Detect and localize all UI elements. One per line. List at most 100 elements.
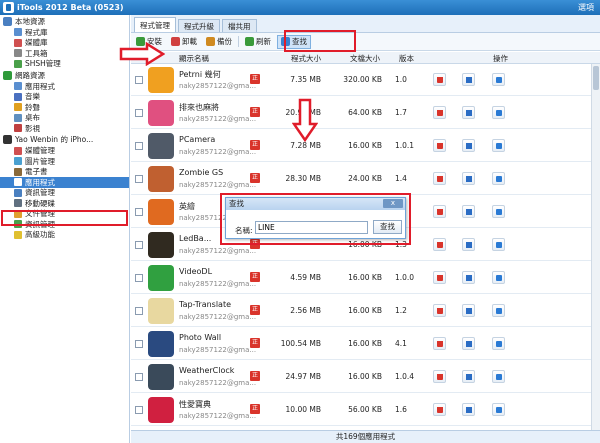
row-checkbox[interactable] [135,175,143,183]
sidebar-item[interactable]: 音樂 [0,92,129,103]
row-checkbox[interactable] [135,208,143,216]
uninstall-button[interactable] [433,370,446,383]
close-icon[interactable]: x [383,199,403,208]
open-folder-button[interactable] [492,304,505,317]
uninstall-button[interactable] [433,337,446,350]
open-folder-button[interactable] [492,73,505,86]
find-button[interactable]: 查找 [373,220,402,234]
table-row[interactable]: 排來也麻將 naky2857122@gma... 正 20.98 MB 64.00 KB… [131,97,591,129]
backup-button[interactable] [462,172,475,185]
sidebar-group[interactable]: Yao Wenbin 的 iPho... [0,134,129,146]
options-menu[interactable]: 選項 [578,2,594,13]
row-checkbox[interactable] [135,406,143,414]
backup-button[interactable] [462,205,475,218]
open-folder-button[interactable] [492,139,505,152]
row-checkbox[interactable] [135,274,143,282]
open-folder-button[interactable] [492,271,505,284]
tab[interactable]: 程式管理 [134,17,176,32]
backup-button[interactable] [462,238,475,251]
row-checkbox[interactable] [135,76,143,84]
row-checkbox[interactable] [135,373,143,381]
backup-button[interactable] [462,139,475,152]
open-folder-button[interactable] [492,337,505,350]
name-search-input[interactable] [255,221,368,234]
backup-button[interactable] [462,73,475,86]
table-row[interactable]: Zombie GS naky2857122@gma... 正 28.30 MB 24.0… [131,163,591,195]
uninstall-button[interactable] [433,238,446,251]
scrollbar-thumb[interactable] [593,66,599,90]
uninstall-button[interactable] [433,172,446,185]
sidebar-item[interactable]: 高級功能 [0,230,129,241]
uninstall-button[interactable] [433,304,446,317]
table-row[interactable]: WeatherClock naky2857122@gma... 正 24.97 MB 1… [131,361,591,393]
sidebar-item[interactable]: 程式庫 [0,27,129,38]
table-row[interactable]: PCamera naky2857122@gma... 正 7.28 MB 16.00 K… [131,130,591,162]
sidebar-item[interactable]: 圖片管理 [0,156,129,167]
row-checkbox[interactable] [135,340,143,348]
folder-icon [496,275,502,281]
row-checkbox[interactable] [135,109,143,117]
sidebar-item[interactable]: 移動硬碟 [0,198,129,209]
sidebar-item[interactable]: SHSH管理 [0,59,129,70]
sidebar-item[interactable]: 工具箱 [0,48,129,59]
toolbar-button-icon [171,37,180,46]
open-folder-button[interactable] [492,106,505,119]
app-icon [148,199,174,225]
sidebar-item[interactable]: 鈴聲 [0,102,129,113]
uninstall-button[interactable] [433,106,446,119]
sidebar-item[interactable]: 資訊管理 [0,188,129,199]
row-checkbox[interactable] [135,241,143,249]
column-header-prog-size[interactable]: 程式大小 [291,53,321,64]
row-checkbox[interactable] [135,307,143,315]
uninstall-button[interactable] [433,271,446,284]
column-header-doc-size[interactable]: 文檔大小 [350,53,380,64]
backup-button[interactable] [462,271,475,284]
sidebar-item[interactable]: 媒體庫 [0,38,129,49]
open-folder-button[interactable] [492,370,505,383]
open-folder-button[interactable] [492,238,505,251]
table-row[interactable]: Tap-Translate naky2857122@gma... 正 2.56 MB 1… [131,295,591,327]
table-row[interactable]: Photo Wall naky2857122@gma... 正 100.54 MB 16… [131,328,591,360]
tab[interactable]: 檔共用 [222,19,257,32]
group-icon [3,70,12,80]
uninstall-button[interactable] [433,403,446,416]
toolbar-button[interactable]: 刷新 [242,35,274,49]
tab[interactable]: 程式升級 [178,19,220,32]
genuine-badge: 正 [250,305,260,315]
trash-icon [437,176,443,182]
open-folder-button[interactable] [492,403,505,416]
backup-button[interactable] [462,337,475,350]
sidebar-item[interactable]: 電子書 [0,167,129,178]
row-checkbox[interactable] [135,142,143,150]
folder-icon [496,242,502,248]
save-icon [466,209,472,215]
sidebar-group[interactable]: 網路資源 [0,69,129,81]
backup-button[interactable] [462,106,475,119]
sidebar-item[interactable]: 影視 [0,123,129,134]
toolbar-button[interactable]: 安裝 [133,35,165,49]
vertical-scrollbar[interactable] [591,64,600,430]
sidebar-item[interactable]: 應用程式 [0,81,129,92]
toolbar-button[interactable]: 備份 [203,35,235,49]
sidebar-item[interactable]: 桌布 [0,113,129,124]
backup-button[interactable] [462,304,475,317]
table-row[interactable]: 性愛寶典 naky2857122@gma... 正 10.00 MB 56.00 KB 1… [131,394,591,426]
sidebar-item[interactable]: 應用程式 [0,177,129,188]
backup-button[interactable] [462,403,475,416]
sidebar-group[interactable]: 本地資源 [0,15,129,27]
open-folder-button[interactable] [492,172,505,185]
sidebar-item[interactable]: 文件管理 [0,209,129,220]
column-header-version[interactable]: 版本 [399,53,414,64]
uninstall-button[interactable] [433,139,446,152]
uninstall-button[interactable] [433,73,446,86]
sidebar-item[interactable]: 資訊管理 [0,219,129,230]
uninstall-button[interactable] [433,205,446,218]
sidebar-item[interactable]: 媒體管理 [0,146,129,157]
open-folder-button[interactable] [492,205,505,218]
toolbar-button[interactable]: 卸載 [168,35,200,49]
table-row[interactable]: Petrni 幾何 naky2857122@gma... 正 7.35 MB 320.0… [131,64,591,96]
table-row[interactable]: VideoDL naky2857122@gma... 正 4.59 MB 16.00 K… [131,262,591,294]
toolbar-button[interactable]: 查找 [277,34,311,49]
backup-button[interactable] [462,370,475,383]
column-header-name[interactable]: 顯示名稱 [179,53,209,64]
